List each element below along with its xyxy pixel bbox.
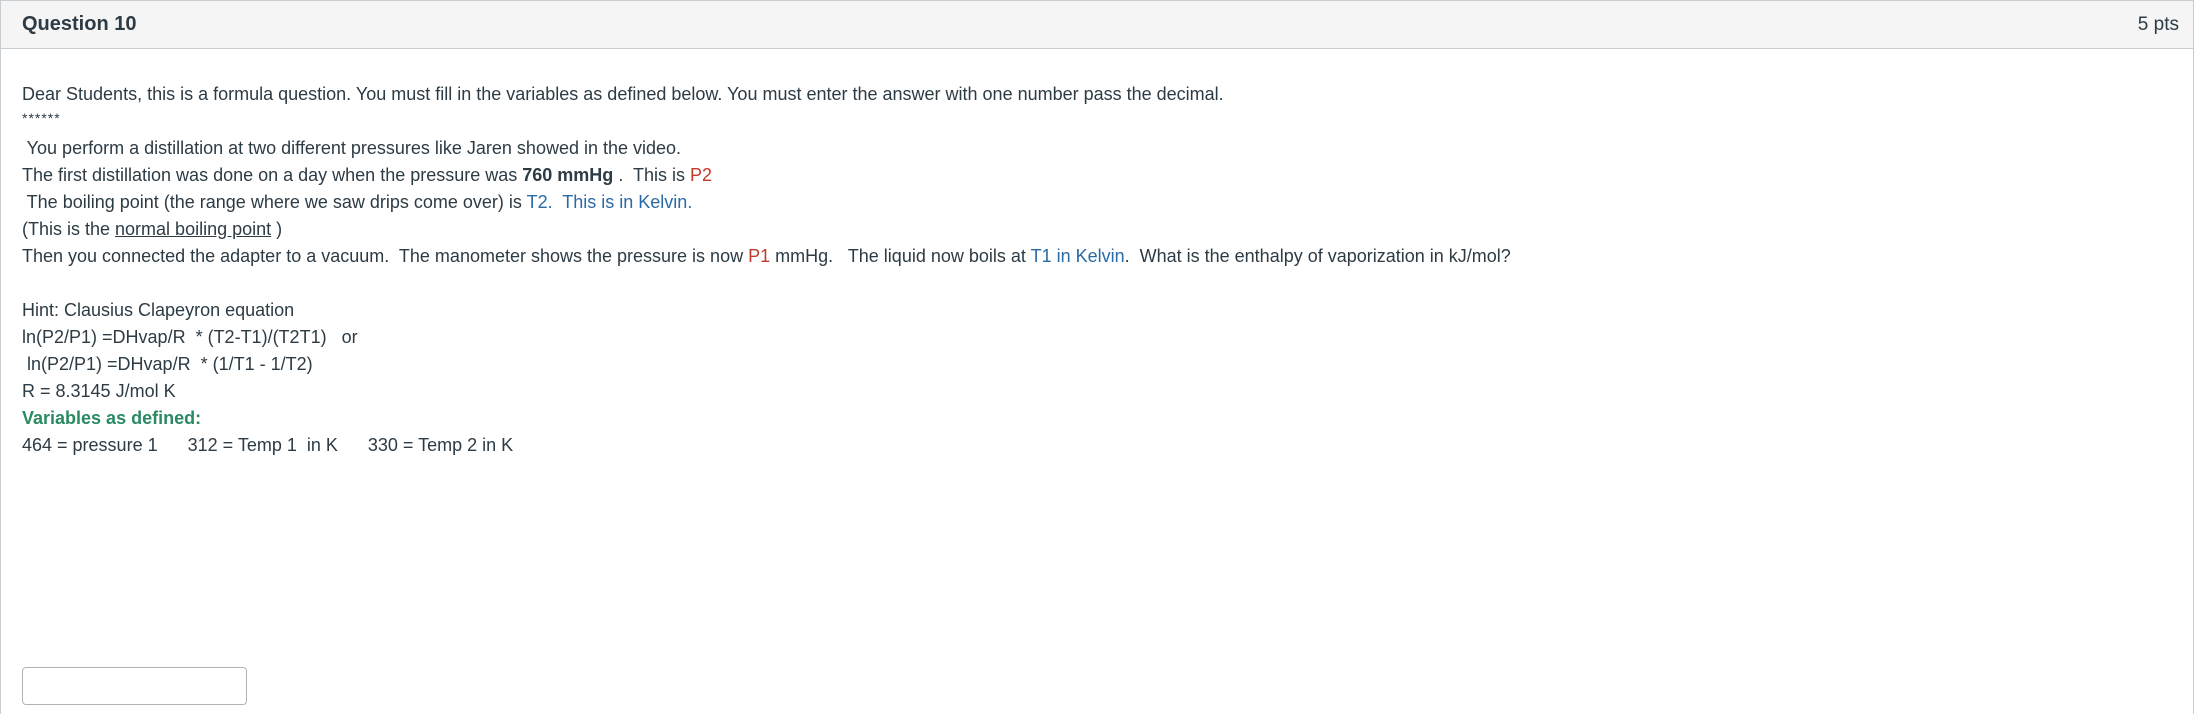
- variables-values: 464 = pressure 1 312 = Temp 1 in K 330 =…: [22, 435, 514, 455]
- question-title: Question 10: [22, 13, 137, 35]
- question-card: Question 10 5 pts Dear Students, this is…: [0, 0, 2194, 714]
- text: mmHg. The liquid now boils at: [770, 246, 1031, 266]
- separator-stars: ******: [22, 110, 61, 126]
- t2-label: T2. This is in Kelvin.: [526, 192, 693, 212]
- p1-label: P1: [748, 246, 771, 266]
- vacuum-line: Then you connected the adapter to a vacu…: [22, 245, 1511, 267]
- t1-label: T1 in Kelvin: [1030, 246, 1125, 266]
- text: . What is the enthalpy of vaporization i…: [1124, 246, 1511, 266]
- answer-input[interactable]: [22, 667, 247, 705]
- text: . This is: [613, 165, 690, 185]
- equation-2: ln(P2/P1) =DHvap/R * (1/T1 - 1/T2): [22, 354, 313, 374]
- normal-boiling-point-text: normal boiling point: [115, 219, 272, 239]
- question-points: 5 pts: [2137, 13, 2179, 35]
- text: The first distillation was done on a day…: [22, 165, 523, 185]
- text: ): [271, 219, 283, 239]
- text: Then you connected the adapter to a vacu…: [22, 246, 749, 266]
- normal-boiling-line: (This is the normal boiling point ): [22, 218, 282, 240]
- pressure-value: 760 mmHg: [522, 165, 614, 185]
- question-header: Question 10 5 pts: [1, 1, 2193, 49]
- equation-1: ln(P2/P1) =DHvap/R * (T2-T1)/(T2T1) or: [22, 327, 358, 347]
- text: The boiling point (the range where we sa…: [22, 192, 527, 212]
- hint-text: Hint: Clausius Clapeyron equation: [22, 300, 295, 320]
- scenario-line: You perform a distillation at two differ…: [22, 138, 682, 158]
- boiling-point-line: The boiling point (the range where we sa…: [22, 191, 693, 213]
- first-distillation-line: The first distillation was done on a day…: [22, 164, 712, 186]
- gas-constant: R = 8.3145 J/mol K: [22, 381, 176, 401]
- variables-label: Variables as defined:: [22, 408, 202, 428]
- text: (This is the: [22, 219, 116, 239]
- p2-label: P2: [690, 165, 713, 185]
- intro-text: Dear Students, this is a formula questio…: [22, 84, 1224, 104]
